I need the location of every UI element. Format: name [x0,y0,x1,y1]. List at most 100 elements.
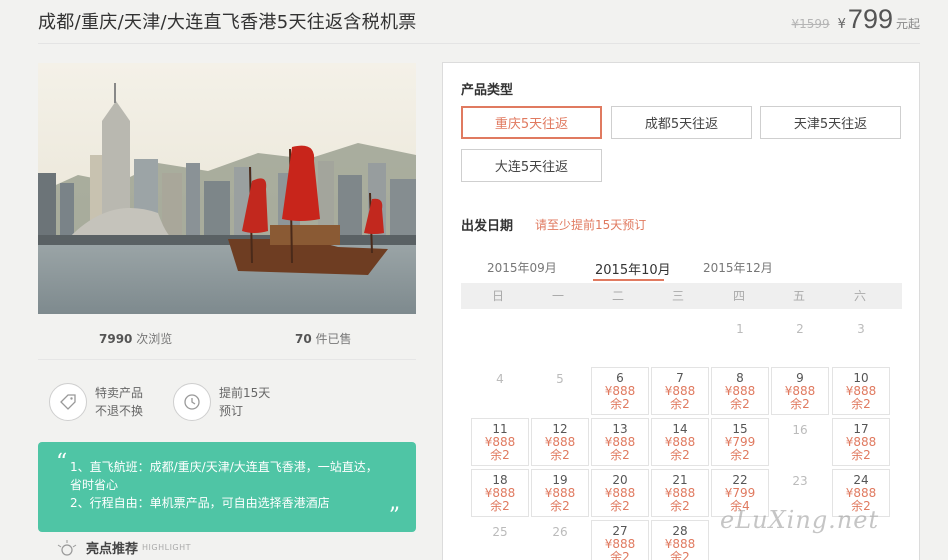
weekday-sat: 六 [853,289,866,303]
close-quote-icon: ” [388,504,400,529]
day-remaining: 余2 [670,499,690,513]
day-remaining: 余2 [730,448,750,462]
highlight-line: 2、行程自由：单机票产品，可自由选择香港酒店 [70,496,330,510]
page-title: 成都/重庆/天津/大连直飞香港5天往返含税机票 [38,12,417,33]
tag-icon [49,383,87,421]
calendar-day[interactable]: 18 ¥888 余2 [471,469,529,517]
calendar-day[interactable]: 8 ¥888 余2 [711,367,769,415]
day-number: 13 [612,422,628,436]
day-remaining: 余2 [851,397,871,411]
day-remaining: 余2 [490,448,510,462]
day-number: 5 [556,372,564,386]
day-number: 11 [492,422,508,436]
feature-line: 不退不换 [95,404,144,418]
day-number: 25 [492,525,508,539]
day-number: 16 [792,423,808,437]
day-number: 4 [496,372,504,386]
weekday-mon: 一 [551,289,564,303]
day-number: 28 [672,524,688,538]
calendar-day[interactable]: 21 ¥888 余2 [651,469,709,517]
clock-icon [173,383,211,421]
day-remaining: 余2 [550,448,570,462]
day-remaining: 余2 [610,499,630,513]
day-number: 21 [672,473,688,487]
calendar-day: 4 [471,367,529,415]
product-stats: 7990 次浏览 70 件已售 [38,330,416,350]
current-price: 799 [847,4,893,34]
calendar-day: 16 [771,418,829,466]
calendar-day[interactable]: 12 ¥888 余2 [531,418,589,466]
calendar-day: 3 [832,317,890,365]
price-block: ¥1599 ¥ 799 元起 [791,4,920,35]
day-number: 17 [853,422,869,436]
bulb-icon [57,539,77,556]
day-number: 6 [616,371,624,385]
option-chongqing[interactable]: 重庆5天往返 [461,106,602,139]
day-number: 26 [552,525,568,539]
sold-count: 70 件已售 [295,332,352,346]
departure-date-label: 出发日期 [461,219,514,234]
product-photo [38,63,416,314]
calendar-day[interactable]: 10 ¥888 余2 [832,367,890,415]
month-tab-dec[interactable]: 2015年12月 [703,259,773,276]
product-type-label: 产品类型 [461,83,514,98]
calendar-day[interactable]: 15 ¥799 余2 [711,418,769,466]
day-remaining: 余2 [670,448,690,462]
day-number: 3 [857,322,865,336]
highlight-line: 1、直飞航班：成都/重庆/天津/大连直飞香港，一站直达， [70,460,378,474]
day-number: 20 [612,473,628,487]
stats-divider [38,359,416,360]
highlight-section-title: 亮点推荐 HIGHLIGHT [56,538,191,557]
day-remaining: 余2 [730,397,750,411]
day-number: 10 [853,371,869,385]
open-quote-icon: “ [56,450,68,475]
calendar-day[interactable]: 6 ¥888 余2 [591,367,649,415]
day-number: 14 [672,422,688,436]
day-remaining: 余2 [851,448,871,462]
calendar-day: 5 [531,367,589,415]
day-remaining: 余2 [670,397,690,411]
original-price: ¥1599 [791,17,830,31]
view-count: 7990 次浏览 [99,332,173,346]
day-remaining: 余2 [670,550,690,560]
calendar-weekday-header: 日 一 二 三 四 五 六 [461,283,902,309]
day-number: 22 [732,473,748,487]
feature-line: 提前15天 [219,386,271,400]
feature-line: 预订 [219,404,244,418]
booking-hint: 请至少提前15天预订 [535,218,647,232]
calendar-day[interactable]: 28 ¥888 余2 [651,520,709,560]
day-number: 9 [796,371,804,385]
calendar-day[interactable]: 11 ¥888 余2 [471,418,529,466]
option-dalian[interactable]: 大连5天往返 [461,149,602,182]
day-number: 18 [492,473,508,487]
day-number: 15 [732,422,748,436]
calendar-day[interactable]: 7 ¥888 余2 [651,367,709,415]
option-chengdu[interactable]: 成都5天往返 [611,106,752,139]
day-number: 7 [676,371,684,385]
feature-line: 特卖产品 [95,386,144,400]
calendar-day[interactable]: 20 ¥888 余2 [591,469,649,517]
header-divider [38,43,920,44]
option-tianjin[interactable]: 天津5天往返 [760,106,901,139]
weekday-sun: 日 [491,289,504,303]
day-remaining: 余2 [790,397,810,411]
day-number: 27 [612,524,628,538]
day-number: 1 [736,322,744,336]
weekday-wed: 三 [671,289,684,303]
calendar-day[interactable]: 27 ¥888 余2 [591,520,649,560]
active-month-indicator [593,279,664,281]
calendar-day: 2 [771,317,829,365]
month-tab-sep[interactable]: 2015年09月 [487,259,557,276]
price-suffix: 元起 [895,17,920,31]
feature-advance-booking: 提前15天 预订 [173,383,270,421]
calendar-day[interactable]: 14 ¥888 余2 [651,418,709,466]
month-tab-oct[interactable]: 2015年10月 [595,259,671,278]
day-number: 24 [853,473,869,487]
calendar-day[interactable]: 13 ¥888 余2 [591,418,649,466]
day-number: 2 [796,322,804,336]
highlight-line: 省时省心 [70,478,119,492]
calendar-day[interactable]: 19 ¥888 余2 [531,469,589,517]
calendar-day[interactable]: 9 ¥888 余2 [771,367,829,415]
weekday-tue: 二 [611,289,624,303]
calendar-day[interactable]: 17 ¥888 余2 [832,418,890,466]
